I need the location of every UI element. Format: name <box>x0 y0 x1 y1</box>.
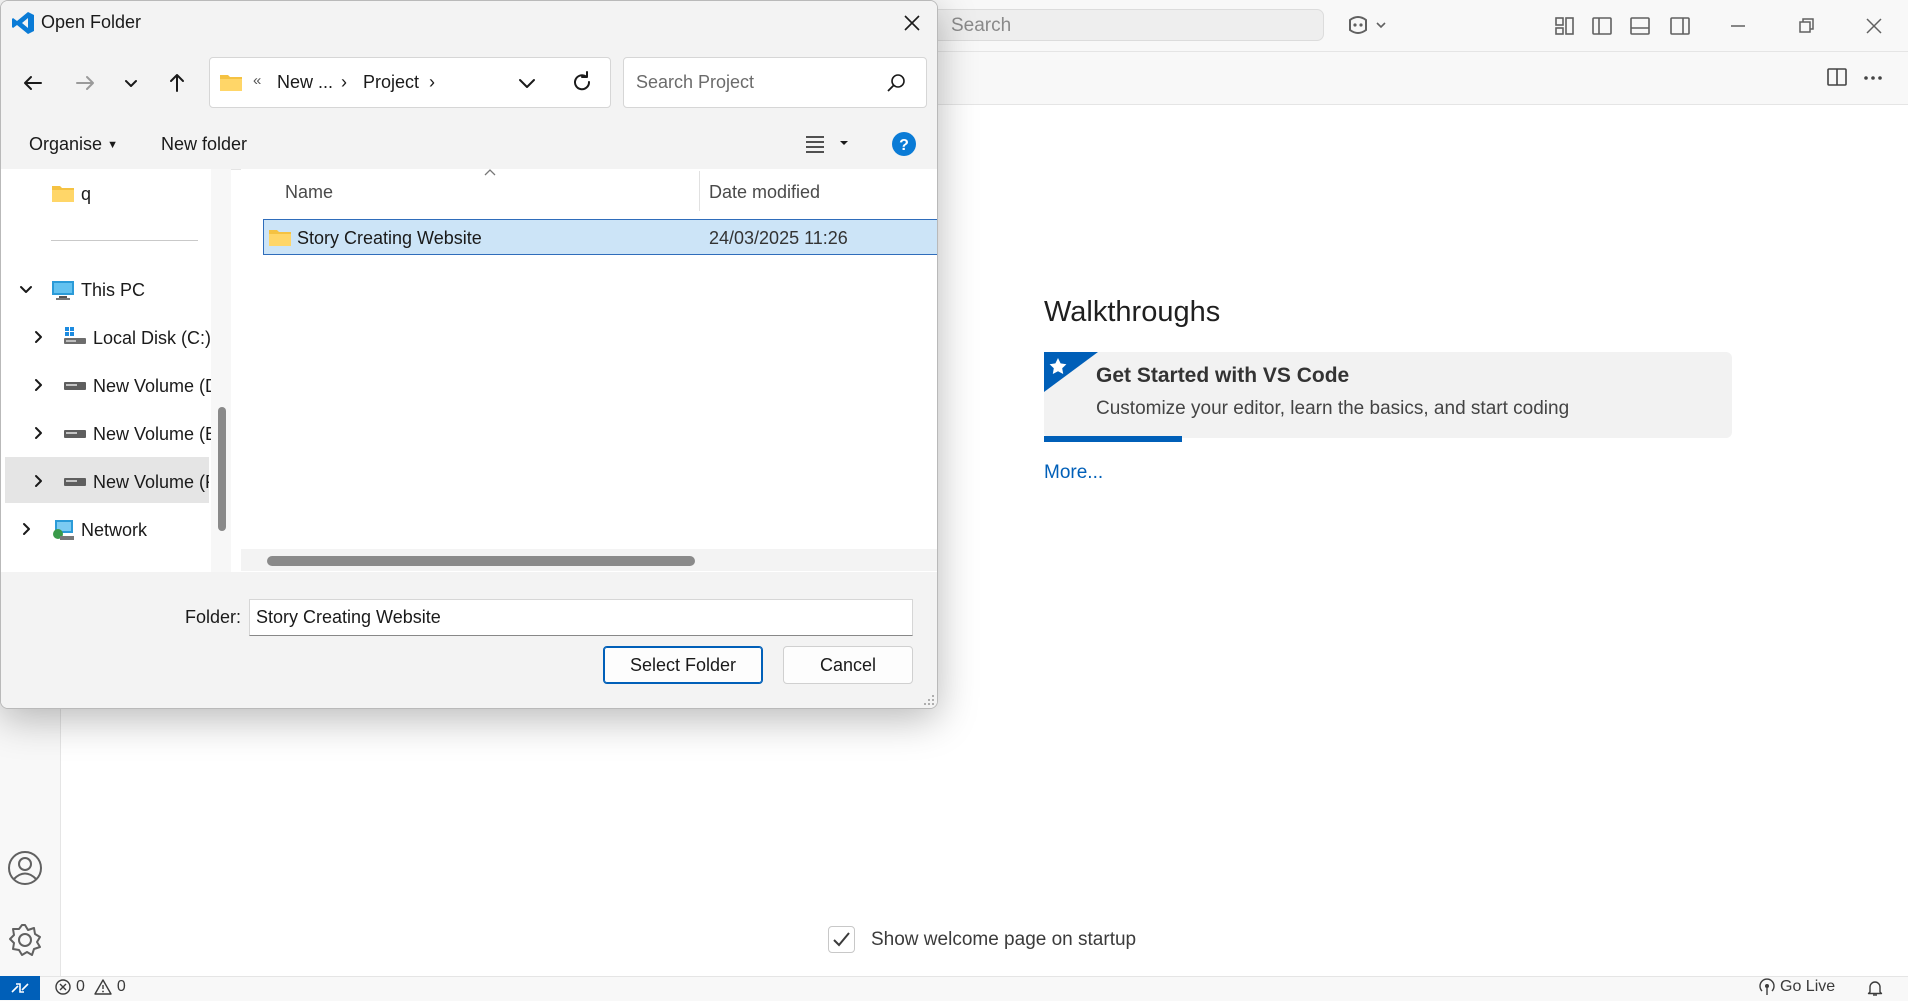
column-header-date-modified[interactable]: Date modified <box>709 182 820 203</box>
file-name: Story Creating Website <box>297 228 482 248</box>
nav-item-local-disk[interactable]: Local Disk (C:) <box>93 328 211 349</box>
error-count: 0 <box>76 978 85 995</box>
nav-item-this-pc[interactable]: This PC <box>81 280 145 301</box>
open-folder-dialog: Open Folder « New ... › Project › Search… <box>0 0 938 709</box>
breadcrumb-separator[interactable]: › <box>341 72 347 93</box>
select-folder-button[interactable]: Select Folder <box>603 646 763 684</box>
error-icon <box>55 979 71 995</box>
vscode-logo-icon <box>11 11 35 35</box>
folder-icon <box>268 227 292 247</box>
breadcrumb-overflow[interactable]: « <box>253 72 261 89</box>
recent-locations-icon[interactable] <box>121 73 141 93</box>
column-divider[interactable] <box>699 171 700 211</box>
file-date-modified: 24/03/2025 11:26 <box>709 228 848 248</box>
manage-gear-icon[interactable] <box>7 922 43 958</box>
refresh-icon[interactable] <box>570 70 594 94</box>
toggle-secondary-sidebar-icon[interactable] <box>1669 15 1691 37</box>
checkmark-icon <box>833 932 850 947</box>
walkthrough-progress-bar <box>1044 436 1182 442</box>
toggle-panel-icon[interactable] <box>1629 15 1651 37</box>
svg-text:?: ? <box>899 137 909 154</box>
breadcrumb-item[interactable]: Project <box>363 72 419 93</box>
more-walkthroughs-link[interactable]: More... <box>1044 462 1103 484</box>
toggle-primary-sidebar-icon[interactable] <box>1591 15 1613 37</box>
dialog-footer <box>1 572 937 708</box>
new-folder-button[interactable]: New folder <box>161 134 247 155</box>
forward-icon[interactable] <box>73 71 97 95</box>
resize-grip-icon[interactable] <box>923 694 935 706</box>
star-badge-icon <box>1044 352 1098 392</box>
expand-chevron-icon[interactable] <box>29 376 47 394</box>
restore-icon[interactable] <box>1795 15 1817 37</box>
nav-scrollbar-thumb[interactable] <box>218 407 226 531</box>
problems-status[interactable]: 0 0 <box>54 978 126 996</box>
show-welcome-checkbox[interactable] <box>828 926 855 953</box>
expand-chevron-icon[interactable] <box>17 520 35 538</box>
nav-divider <box>51 240 198 241</box>
up-icon[interactable] <box>165 71 189 95</box>
toggle-layout-icon[interactable] <box>1554 15 1576 37</box>
drive-icon <box>63 428 87 440</box>
folder-icon <box>219 71 243 93</box>
warning-icon <box>94 979 112 995</box>
local-disk-icon <box>63 326 87 346</box>
copilot-icon[interactable] <box>1344 12 1392 40</box>
dialog-title: Open Folder <box>41 12 142 32</box>
breadcrumb-item[interactable]: New ... <box>277 72 333 93</box>
remote-indicator[interactable] <box>0 976 40 1000</box>
minimize-icon[interactable] <box>1727 15 1749 37</box>
view-options-icon[interactable] <box>804 131 854 155</box>
expand-chevron-icon[interactable] <box>17 280 35 298</box>
address-dropdown-icon[interactable] <box>515 71 539 95</box>
column-header-name[interactable]: Name <box>285 182 333 203</box>
accounts-icon[interactable] <box>7 850 43 886</box>
walkthroughs-heading: Walkthroughs <box>1044 296 1221 328</box>
go-live-label: Go Live <box>1780 978 1836 995</box>
expand-chevron-icon[interactable] <box>29 424 47 442</box>
folder-icon <box>51 183 75 203</box>
drive-icon <box>63 476 87 488</box>
search-icon[interactable] <box>885 72 907 94</box>
remote-icon <box>11 983 29 993</box>
navigation-pane <box>1 169 211 572</box>
warning-count: 0 <box>116 978 126 995</box>
back-icon[interactable] <box>21 71 45 95</box>
broadcast-icon <box>1759 978 1775 995</box>
expand-chevron-icon[interactable] <box>29 328 47 346</box>
status-bar <box>0 976 1908 1001</box>
command-center-search[interactable]: Search <box>932 9 1324 41</box>
caret-down-icon: ▼ <box>107 139 118 151</box>
show-welcome-label: Show welcome page on startup <box>871 929 1137 950</box>
network-icon <box>51 518 75 542</box>
cancel-button[interactable]: Cancel <box>783 646 913 684</box>
sort-up-icon <box>483 167 497 177</box>
pc-monitor-icon <box>51 279 75 301</box>
expand-chevron-icon[interactable] <box>29 472 47 490</box>
close-icon[interactable] <box>901 12 923 34</box>
dialog-command-bar <box>1 119 937 170</box>
nav-item-volume-f[interactable]: New Volume (F <box>93 472 209 493</box>
help-icon[interactable]: ? <box>891 131 917 157</box>
organise-menu[interactable]: Organise ▼ <box>29 134 118 155</box>
organise-label: Organise <box>29 134 103 154</box>
nav-item-network[interactable]: Network <box>81 520 147 541</box>
drive-icon <box>63 380 87 392</box>
walkthrough-card-description: Customize your editor, learn the basics,… <box>1096 398 1570 419</box>
split-editor-icon[interactable] <box>1826 66 1848 88</box>
folder-field-label: Folder: <box>185 607 242 627</box>
more-actions-icon[interactable] <box>1862 66 1884 88</box>
go-live-status[interactable]: Go Live <box>1758 978 1835 996</box>
file-list-h-scrollbar-thumb[interactable] <box>267 556 695 566</box>
nav-item-q[interactable]: q <box>81 184 91 205</box>
dialog-titlebar <box>1 1 937 45</box>
notifications-bell-icon[interactable] <box>1866 979 1884 997</box>
walkthrough-card-title: Get Started with VS Code <box>1096 364 1350 387</box>
breadcrumb-separator[interactable]: › <box>429 72 435 93</box>
nav-item-volume-d[interactable]: New Volume (D <box>93 376 211 397</box>
nav-item-volume-e[interactable]: New Volume (E <box>93 424 211 445</box>
search-project-input[interactable]: Search Project <box>623 57 927 108</box>
folder-name-input[interactable]: Story Creating Website <box>249 599 913 636</box>
window-close-icon[interactable] <box>1863 15 1885 37</box>
